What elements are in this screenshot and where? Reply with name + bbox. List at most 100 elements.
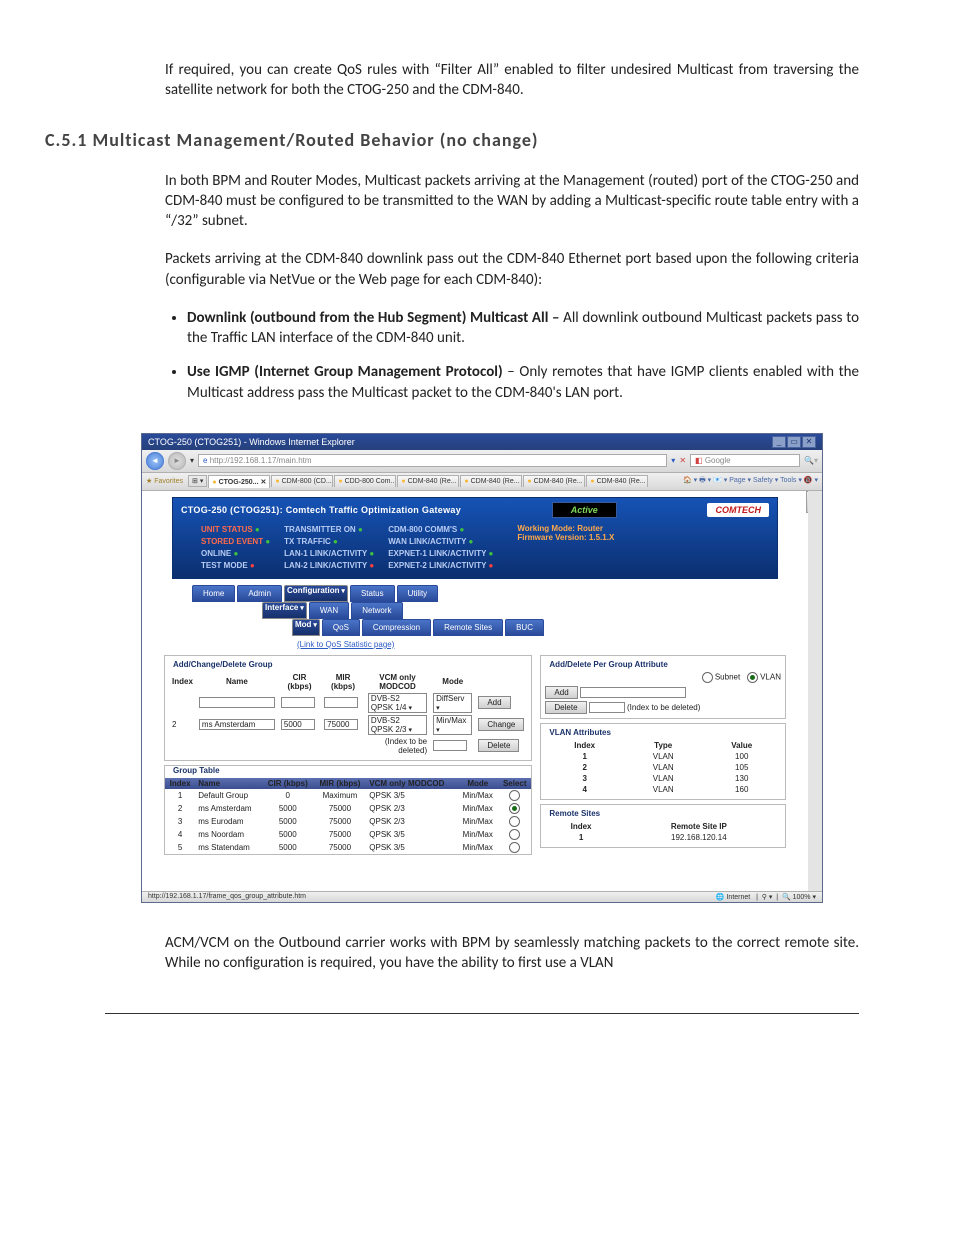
select-radio[interactable] [509, 816, 520, 827]
intro-paragraph: If required, you can create QoS rules wi… [165, 60, 859, 101]
sub-tabs-2: Mod QoS Compression Remote Sites BUC [292, 619, 778, 636]
search-go-icon[interactable]: 🔍▾ [804, 456, 818, 465]
attr-add-input[interactable] [580, 687, 686, 698]
stop-icon[interactable]: ✕ [679, 456, 686, 465]
table-row: 1Default Group0MaximumQPSK 3/5Min/Max [165, 789, 531, 802]
tab-remote-sites[interactable]: Remote Sites [433, 619, 503, 636]
select-radio[interactable] [509, 842, 520, 853]
status-url: http://192.168.1.17/frame_qos_group_attr… [148, 893, 306, 901]
add-button[interactable]: Add [478, 696, 510, 709]
change-button[interactable]: Change [478, 718, 524, 731]
internet-icon: 🌐 [716, 894, 725, 901]
tab-buc[interactable]: BUC [505, 619, 544, 636]
search-input[interactable]: ◧ Google [690, 454, 800, 467]
name-input-2[interactable]: ms Amsterdam [199, 719, 275, 730]
close-button[interactable]: ✕ [802, 436, 816, 448]
tab-0[interactable]: CTOG-250... ✕ [208, 475, 270, 488]
tab-4[interactable]: CDM-840 (Re... [460, 475, 522, 487]
select-radio[interactable] [509, 829, 520, 840]
attribute-title: Add/Delete Per Group Attribute [547, 660, 669, 669]
tab-3[interactable]: CDM-840 (Re... [397, 475, 459, 487]
modcod-select-2[interactable]: DVB-S2 QPSK 2/3 [368, 715, 427, 735]
footer-rule [105, 1013, 859, 1014]
tab-interface[interactable]: Interface [262, 602, 307, 619]
delete-button[interactable]: Delete [478, 739, 519, 752]
active-badge: Active [552, 502, 617, 518]
ie-command-bar[interactable]: 🏠 ▾ 🖶 ▾ 📧 ▾ Page ▾ Safety ▾ Tools ▾ 🔞 ▾ [683, 476, 818, 487]
ie-window: CTOG-250 (CTOG251) - Windows Internet Ex… [141, 433, 823, 903]
tab-network[interactable]: Network [351, 602, 402, 619]
qos-statistic-link[interactable]: (Link to QoS Statistic page) [297, 640, 808, 649]
remote-sites-title: Remote Sites [547, 809, 602, 818]
attr-delete-button[interactable]: Delete [545, 701, 586, 714]
tab-compression[interactable]: Compression [362, 619, 431, 636]
mir-input[interactable] [324, 697, 358, 708]
tab-admin[interactable]: Admin [237, 585, 282, 602]
table-row: 2ms Amsterdam500075000QPSK 2/3Min/Max [165, 802, 531, 815]
tab-2[interactable]: CDD-800 Com... [334, 475, 396, 487]
content-area: CTOG-250 (CTOG251): Comtech Traffic Opti… [142, 491, 822, 891]
comtech-logo: COMTECH [707, 503, 769, 517]
group-row-change: 2 ms Amsterdam 5000 75000 DVB-S2 QPSK 2/… [169, 714, 527, 736]
select-radio[interactable] [509, 790, 520, 801]
back-button[interactable]: ◄ [146, 452, 164, 470]
mir-input-2[interactable]: 75000 [324, 719, 358, 730]
modcod-select[interactable]: DVB-S2 QPSK 1/4 [368, 693, 427, 713]
mode-select[interactable]: DiffServ [433, 693, 472, 713]
tab-mod[interactable]: Mod [292, 619, 320, 636]
vlan-attr-title: VLAN Attributes [547, 728, 612, 737]
bullet-1-lead: Downlink (outbound from the Hub Segment)… [187, 309, 563, 327]
mode-select-2[interactable]: Min/Max [433, 715, 472, 735]
group-table-title: Group Table [171, 766, 222, 775]
address-input[interactable]: e http://192.168.1.17/main.htm [198, 454, 667, 467]
go-icon[interactable]: ▾ [671, 456, 675, 465]
bullet-downlink: Downlink (outbound from the Hub Segment)… [187, 308, 859, 349]
tab-configuration[interactable]: Configuration [284, 585, 348, 602]
paragraph-1: In both BPM and Router Modes, Multicast … [165, 171, 859, 232]
favorites-label[interactable]: ★ Favorites [146, 477, 183, 485]
table-row: 2VLAN105 [545, 762, 781, 773]
group-table-box: Group Table Index Name CIR (kbps) MIR (k… [164, 765, 532, 855]
attr-add-button[interactable]: Add [545, 686, 577, 699]
table-row: 5ms Statendam500075000QPSK 3/5Min/Max [165, 841, 531, 854]
remote-sites-box: Remote Sites Index Remote Site IP 1192.1… [540, 804, 786, 848]
bullet-2-lead: Use IGMP (Internet Group Management Prot… [187, 363, 507, 381]
zoom-level[interactable]: 100% [793, 894, 811, 901]
scrollbar-thumb[interactable] [806, 491, 822, 513]
group-row-add: DVB-S2 QPSK 1/4 DiffServ Add [169, 692, 527, 714]
section-heading: C.5.1 Multicast Management/Routed Behavi… [45, 129, 859, 151]
tab-status[interactable]: Status [350, 585, 395, 602]
vlan-radio[interactable] [747, 672, 758, 683]
tab-5[interactable]: CDM-840 (Re... [523, 475, 585, 487]
tab-wan[interactable]: WAN [309, 602, 349, 619]
delete-index-input[interactable] [433, 740, 467, 751]
maximize-button[interactable]: ▭ [787, 436, 801, 448]
forward-button[interactable]: ► [168, 452, 186, 470]
tab-1[interactable]: CDM-800 (CD... [271, 475, 333, 487]
select-radio[interactable] [509, 803, 520, 814]
cir-input-2[interactable]: 5000 [281, 719, 315, 730]
name-input[interactable] [199, 697, 275, 708]
status-bar: http://192.168.1.17/frame_qos_group_attr… [142, 891, 822, 902]
table-row: 4VLAN160 [545, 784, 781, 795]
table-row: 1192.168.120.14 [545, 832, 781, 843]
tab-home[interactable]: Home [192, 585, 235, 602]
add-change-delete-group-box: Add/Change/Delete Group Index Name CIR (… [164, 655, 532, 761]
minimize-button[interactable]: _ [772, 436, 786, 448]
tab-grid-button[interactable]: ⊞ ▾ [188, 475, 207, 487]
window-titlebar: CTOG-250 (CTOG251) - Windows Internet Ex… [142, 434, 822, 450]
tab-6[interactable]: CDM-840 (Re... [586, 475, 648, 487]
tab-utility[interactable]: Utility [397, 585, 439, 602]
table-row: 3VLAN130 [545, 773, 781, 784]
status-col-2: TRANSMITTER ON TX TRAFFIC LAN-1 LINK/ACT… [284, 524, 374, 572]
tab-qos[interactable]: QoS [322, 619, 360, 636]
subnet-radio[interactable] [702, 672, 713, 683]
bullet-igmp: Use IGMP (Internet Group Management Prot… [187, 362, 859, 403]
group-box-title: Add/Change/Delete Group [171, 660, 275, 669]
tab-strip: ★ Favorites ⊞ ▾ CTOG-250... ✕ CDM-800 (C… [142, 473, 822, 491]
closing-paragraph: ACM/VCM on the Outbound carrier works wi… [165, 933, 859, 974]
status-col-3: CDM-800 COMM'S WAN LINK/ACTIVITY EXPNET-… [388, 524, 493, 572]
attr-delete-input[interactable] [589, 702, 625, 713]
cir-input[interactable] [281, 697, 315, 708]
group-row-delete: (Index to be deleted) Delete [169, 736, 527, 756]
